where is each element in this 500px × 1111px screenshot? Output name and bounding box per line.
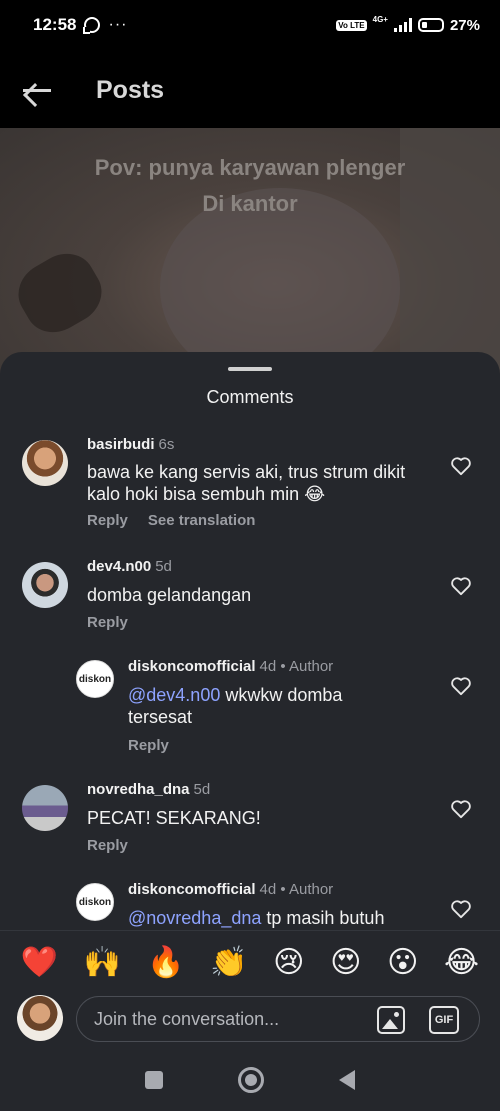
whatsapp-icon <box>83 17 101 34</box>
more-notifications-icon: ··· <box>108 16 128 33</box>
emoji-fire-button[interactable]: 🔥 <box>147 945 184 981</box>
comment-composer: GIF <box>0 994 500 1048</box>
sheet-title: Comments <box>206 387 294 407</box>
heart-icon[interactable] <box>450 799 472 819</box>
emoji-surprised-button[interactable]: 😮 <box>387 945 418 981</box>
home-circle-icon[interactable] <box>238 1066 264 1093</box>
mention-link[interactable]: @dev4.n00 <box>128 685 220 705</box>
comment-time: 5d <box>155 558 172 575</box>
comment-time: 4d <box>259 881 277 898</box>
reply-button[interactable]: Reply <box>87 512 128 529</box>
image-icon[interactable] <box>377 1006 405 1034</box>
comment-username[interactable]: diskoncomofficial <box>128 881 256 898</box>
gif-button[interactable]: GIF <box>429 1006 459 1034</box>
comment-text: @dev4.n00 wkwkw domba tersesat <box>128 685 343 727</box>
comment-username[interactable]: diskoncomofficial <box>128 658 256 675</box>
comment-username[interactable]: novredha_dna <box>87 781 190 798</box>
comment-time: 6s <box>158 436 175 453</box>
reply-button[interactable]: Reply <box>87 837 128 854</box>
back-triangle-icon[interactable] <box>339 1069 355 1090</box>
reply-button[interactable]: Reply <box>87 614 128 631</box>
comment-text: bawa ke kang servis aki, trus strum diki… <box>87 462 406 504</box>
video-preview[interactable]: Pov: punya karyawan plenger Di kantor <box>0 128 500 388</box>
comment-text: @novredha_dna tp masih butuh <box>128 908 385 928</box>
network-type: 4G+ <box>372 14 388 24</box>
signal-icon <box>393 18 412 32</box>
battery-percent: 27% <box>449 16 480 34</box>
emoji-clap-button[interactable]: 👏 <box>210 945 247 981</box>
emoji-laugh-button[interactable]: 😂 <box>444 945 479 981</box>
heart-icon[interactable] <box>450 676 472 696</box>
author-badge: • Author <box>280 658 334 675</box>
avatar[interactable] <box>22 785 68 831</box>
system-nav-bar <box>0 1048 500 1111</box>
emoji-heart-button[interactable]: ❤️ <box>21 945 58 981</box>
avatar[interactable] <box>22 440 68 486</box>
top-bar: Posts <box>0 50 500 130</box>
comment-username[interactable]: basirbudi <box>87 436 155 453</box>
volte-badge: Vo LTE <box>336 19 367 31</box>
comment-input[interactable] <box>94 1008 364 1030</box>
avatar[interactable] <box>22 562 68 608</box>
emoji-raised-hands-button[interactable]: 🙌 <box>84 945 121 981</box>
see-translation-button[interactable]: See translation <box>148 512 256 529</box>
heart-icon[interactable] <box>450 576 472 596</box>
heart-icon[interactable] <box>450 899 472 919</box>
status-bar: 12:58 ··· Vo LTE 4G+ 27% <box>0 0 500 50</box>
recents-square-icon[interactable] <box>145 1070 163 1089</box>
comment-username[interactable]: dev4.n00 <box>87 558 151 575</box>
page-title: Posts <box>96 75 165 104</box>
heart-icon[interactable] <box>450 456 472 476</box>
avatar[interactable]: diskon <box>76 660 114 698</box>
emoji-bar: ❤️ 🙌 🔥 👏 😢 😍 😮 😂 <box>0 930 500 994</box>
drag-handle[interactable] <box>228 367 272 371</box>
comment-time: 4d <box>259 658 277 675</box>
avatar[interactable]: diskon <box>76 883 114 921</box>
back-arrow-icon[interactable] <box>20 73 54 107</box>
video-caption: Pov: punya karyawan plenger Di kantor <box>94 155 406 216</box>
status-time: 12:58 <box>33 15 77 34</box>
emoji-heart-eyes-button[interactable]: 😍 <box>330 945 361 981</box>
reply-button[interactable]: Reply <box>128 737 169 754</box>
comment-time: 5d <box>193 781 211 798</box>
comment-text: PECAT! SEKARANG! <box>87 808 261 828</box>
mention-link[interactable]: @novredha_dna <box>128 908 261 928</box>
emoji-sad-button[interactable]: 😢 <box>273 945 304 981</box>
comment-input-box[interactable]: GIF <box>76 996 480 1042</box>
comment-text: domba gelandangan <box>87 585 252 605</box>
battery-icon <box>417 18 444 32</box>
comments-list: basirbudi 6s bawa ke kang servis aki, tru… <box>0 432 500 932</box>
my-avatar <box>17 995 63 1041</box>
author-badge: • Author <box>280 881 334 898</box>
